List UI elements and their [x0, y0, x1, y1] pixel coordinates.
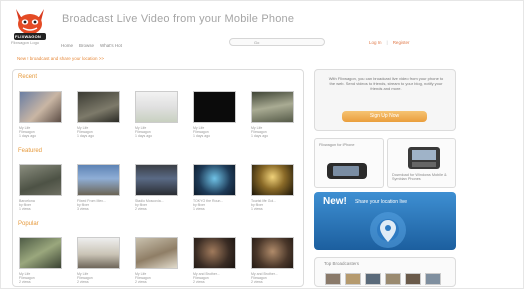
- video-thumbnail[interactable]: [193, 237, 236, 269]
- register-link[interactable]: Register: [393, 40, 410, 45]
- video-thumbnail[interactable]: [135, 237, 178, 269]
- signup-promo-box: With Flixwagon, you can broadcast live v…: [314, 69, 456, 131]
- video-thumbnail[interactable]: [135, 164, 178, 196]
- broadcaster-avatar[interactable]: [365, 273, 381, 285]
- top-broadcasters-title: Top Broadcasters: [324, 261, 360, 266]
- video-meta: by flixer 3 views: [77, 203, 90, 211]
- video-meta: Flixwagon 1 days ago: [193, 130, 211, 138]
- nav-browse[interactable]: Browse: [79, 43, 94, 48]
- phone-icon: [327, 163, 367, 179]
- page-frame: FLIXWAGON Flixwagon Logo Broadcast Live …: [0, 0, 524, 289]
- video-meta: by flixer 1 views: [193, 203, 206, 211]
- broadcaster-avatar[interactable]: [425, 273, 441, 285]
- windows-mobile-label: Download for Windows Mobile & Symbian Ph…: [392, 173, 447, 181]
- video-thumbnail[interactable]: [193, 164, 236, 196]
- video-meta: Flixwagon 2 views: [193, 276, 209, 284]
- broadcaster-avatar[interactable]: [345, 273, 361, 285]
- iphone-label: Flixwagon for iPhone: [319, 143, 355, 147]
- search-input[interactable]: Go: [229, 38, 325, 46]
- video-meta: Flixwagon 2 views: [251, 276, 267, 284]
- nav-home[interactable]: Home: [61, 43, 73, 48]
- logo-wordmark: FLIXWAGON: [15, 34, 42, 39]
- broadcaster-avatar[interactable]: [385, 273, 401, 285]
- video-meta: Flixwagon 2 views: [135, 276, 151, 284]
- video-thumbnail[interactable]: [251, 91, 294, 123]
- broadcaster-avatar[interactable]: [325, 273, 341, 285]
- site-title: Broadcast Live Video from your Mobile Ph…: [62, 13, 295, 25]
- location-banner[interactable]: New! Share your location live: [314, 192, 456, 250]
- video-thumbnail[interactable]: [135, 91, 178, 123]
- smartphone-icon: [408, 147, 440, 169]
- video-meta: Flixwagon 1 days ago: [77, 130, 95, 138]
- banner-title: New!: [323, 196, 347, 207]
- video-thumbnail[interactable]: [77, 91, 120, 123]
- top-broadcasters-box: Top Broadcasters: [314, 257, 456, 287]
- section-title-featured: Featured: [18, 148, 43, 154]
- search-go-button[interactable]: Go: [254, 40, 259, 45]
- windows-mobile-download-box[interactable]: Download for Windows Mobile & Symbian Ph…: [387, 138, 456, 188]
- location-promo-link[interactable]: New ! broadcast and share your location …: [17, 56, 104, 61]
- video-meta: Flixwagon 1 days ago: [135, 130, 153, 138]
- video-meta: by flixer 1 views: [251, 203, 264, 211]
- logo-tagline: Flixwagon Logo: [11, 40, 40, 45]
- section-title-popular: Popular: [18, 221, 39, 227]
- video-thumbnail[interactable]: [77, 237, 120, 269]
- signup-button[interactable]: Sign Up Now: [342, 111, 427, 122]
- video-meta: by flixer 1 views: [19, 203, 32, 211]
- banner-subtitle: Share your location live: [355, 199, 407, 205]
- video-meta: Flixwagon 2 views: [77, 276, 93, 284]
- location-pin-icon: [370, 212, 406, 248]
- video-meta: Flixwagon 1 days ago: [251, 130, 269, 138]
- section-title-recent: Recent: [18, 74, 38, 80]
- video-thumbnail[interactable]: [19, 237, 62, 269]
- signup-intro-text: With Flixwagon, you can broadcast live v…: [328, 76, 444, 91]
- video-meta: Flixwagon 2 views: [19, 276, 35, 284]
- broadcaster-avatar[interactable]: [405, 273, 421, 285]
- video-thumbnail[interactable]: [77, 164, 120, 196]
- auth-links: Log In | Register: [369, 40, 409, 45]
- top-nav: Home Browse What's Hot: [61, 43, 122, 48]
- video-thumbnail[interactable]: [19, 164, 62, 196]
- video-thumbnail[interactable]: [193, 91, 236, 123]
- video-thumbnail[interactable]: [19, 91, 62, 123]
- iphone-download-box[interactable]: Flixwagon for iPhone: [314, 138, 384, 188]
- login-link[interactable]: Log In: [369, 40, 382, 45]
- nav-whats-hot[interactable]: What's Hot: [100, 43, 122, 48]
- video-meta: by flixer 2 views: [135, 203, 148, 211]
- auth-separator: |: [386, 40, 388, 45]
- video-thumbnail[interactable]: [251, 237, 294, 269]
- video-thumbnail[interactable]: [251, 164, 294, 196]
- video-meta: Flixwagon 1 days ago: [19, 130, 37, 138]
